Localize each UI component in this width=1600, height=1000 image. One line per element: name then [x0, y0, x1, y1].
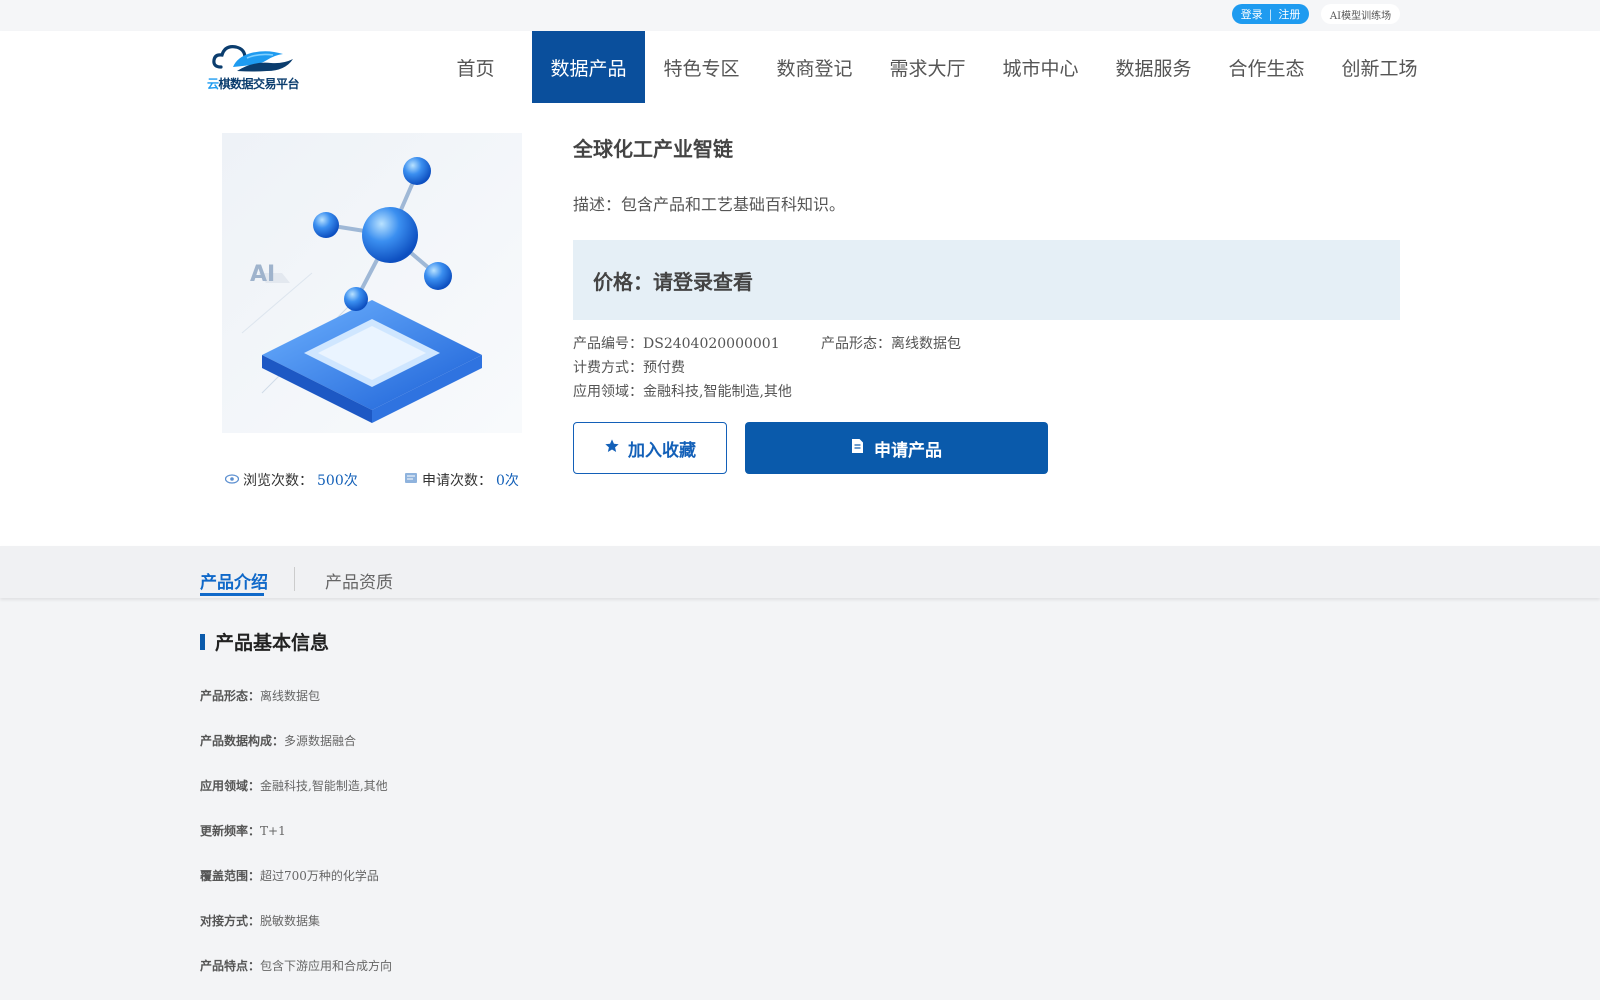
info-row-domain: 应用领域：金融科技,智能制造,其他	[200, 779, 388, 793]
login-link[interactable]: 登录	[1241, 6, 1263, 22]
top-utility-bar: 登录 | 注册 AI模型训练场	[0, 0, 1600, 31]
applies-stat: 申请次数： 0次	[404, 470, 519, 490]
add-favorite-button[interactable]: 加入收藏	[573, 422, 727, 474]
nav-featured[interactable]: 特色专区	[645, 31, 758, 103]
nav-data-services[interactable]: 数据服务	[1097, 31, 1210, 103]
product-form: 产品形态：离线数据包	[821, 336, 961, 352]
login-separator: |	[1268, 7, 1273, 21]
applies-label: 申请次数：	[422, 473, 492, 489]
tab-divider	[294, 567, 295, 591]
register-link[interactable]: 注册	[1278, 6, 1300, 22]
product-code: 产品编号：DS2404020000001	[573, 336, 780, 352]
apply-product-label: 申请产品	[874, 440, 942, 461]
document-icon	[851, 438, 864, 459]
nav-data-products[interactable]: 数据产品	[532, 31, 645, 103]
info-row-data-composition: 产品数据构成：多源数据融合	[200, 734, 357, 748]
applies-count: 0次	[496, 473, 519, 489]
views-label: 浏览次数：	[243, 473, 313, 489]
active-tab-indicator	[200, 593, 264, 596]
product-image: AI	[222, 133, 522, 433]
tab-product-qualification[interactable]: 产品资质	[325, 568, 393, 593]
info-row-delivery: 对接方式：脱敏数据集	[200, 914, 321, 928]
views-stat: 浏览次数： 500次	[224, 470, 358, 490]
product-description: 描述：包含产品和工艺基础百科知识。	[573, 195, 846, 214]
section-title-text: 产品基本信息	[215, 632, 330, 654]
tab-product-intro[interactable]: 产品介绍	[200, 568, 268, 593]
svg-text:AI: AI	[250, 262, 275, 287]
product-title: 全球化工产业智链	[573, 137, 733, 161]
site-logo[interactable]: 云棋数据交易平台	[207, 41, 301, 93]
application-domain: 应用领域：金融科技,智能制造,其他	[573, 384, 792, 400]
nav-innovation-workshop[interactable]: 创新工场	[1323, 31, 1436, 103]
star-icon	[604, 438, 620, 459]
section-accent-bar	[200, 633, 205, 650]
apply-product-button[interactable]: 申请产品	[745, 422, 1048, 474]
billing-method: 计费方式：预付费	[573, 360, 685, 376]
nav-city-center[interactable]: 城市中心	[984, 31, 1097, 103]
nav-demand-hall[interactable]: 需求大厅	[871, 31, 984, 103]
price-panel: 价格：请登录查看	[573, 240, 1400, 320]
eye-icon	[224, 472, 240, 488]
info-row-form: 产品形态：离线数据包	[200, 689, 321, 703]
login-register-pill: 登录 | 注册	[1232, 4, 1309, 24]
nav-home[interactable]: 首页	[419, 31, 532, 103]
detail-tabs: 产品介绍 产品资质	[0, 546, 1600, 598]
main-header: 云棋数据交易平台 首页 数据产品 特色专区 数商登记 需求大厅 城市中心 数据服…	[0, 31, 1600, 103]
info-row-coverage: 覆盖范围：超过700万种的化学品	[200, 869, 379, 883]
cloud-logo-icon	[212, 45, 293, 72]
price-text: 价格：请登录查看	[593, 270, 753, 294]
info-row-update-frequency: 更新频率：T+1	[200, 824, 286, 838]
add-favorite-label: 加入收藏	[628, 440, 696, 461]
section-heading: 产品基本信息	[200, 628, 329, 655]
info-row-features: 产品特点：包含下游应用和合成方向	[200, 959, 393, 973]
ai-training-link[interactable]: AI模型训练场	[1321, 4, 1400, 24]
molecule-illustration: AI	[241, 157, 482, 423]
nav-merchant-registration[interactable]: 数商登记	[758, 31, 871, 103]
nav-partner-ecosystem[interactable]: 合作生态	[1210, 31, 1323, 103]
main-nav: 首页 数据产品 特色专区 数商登记 需求大厅 城市中心 数据服务 合作生态 创新…	[419, 31, 1436, 103]
views-count: 500次	[317, 473, 358, 489]
application-icon	[404, 472, 418, 488]
product-summary: AI 浏览次数： 500次 申请次数： 0次 全球化工产业智链 描述：包含产品和…	[0, 103, 1600, 546]
logo-text: 云棋数据交易平台	[207, 77, 300, 91]
